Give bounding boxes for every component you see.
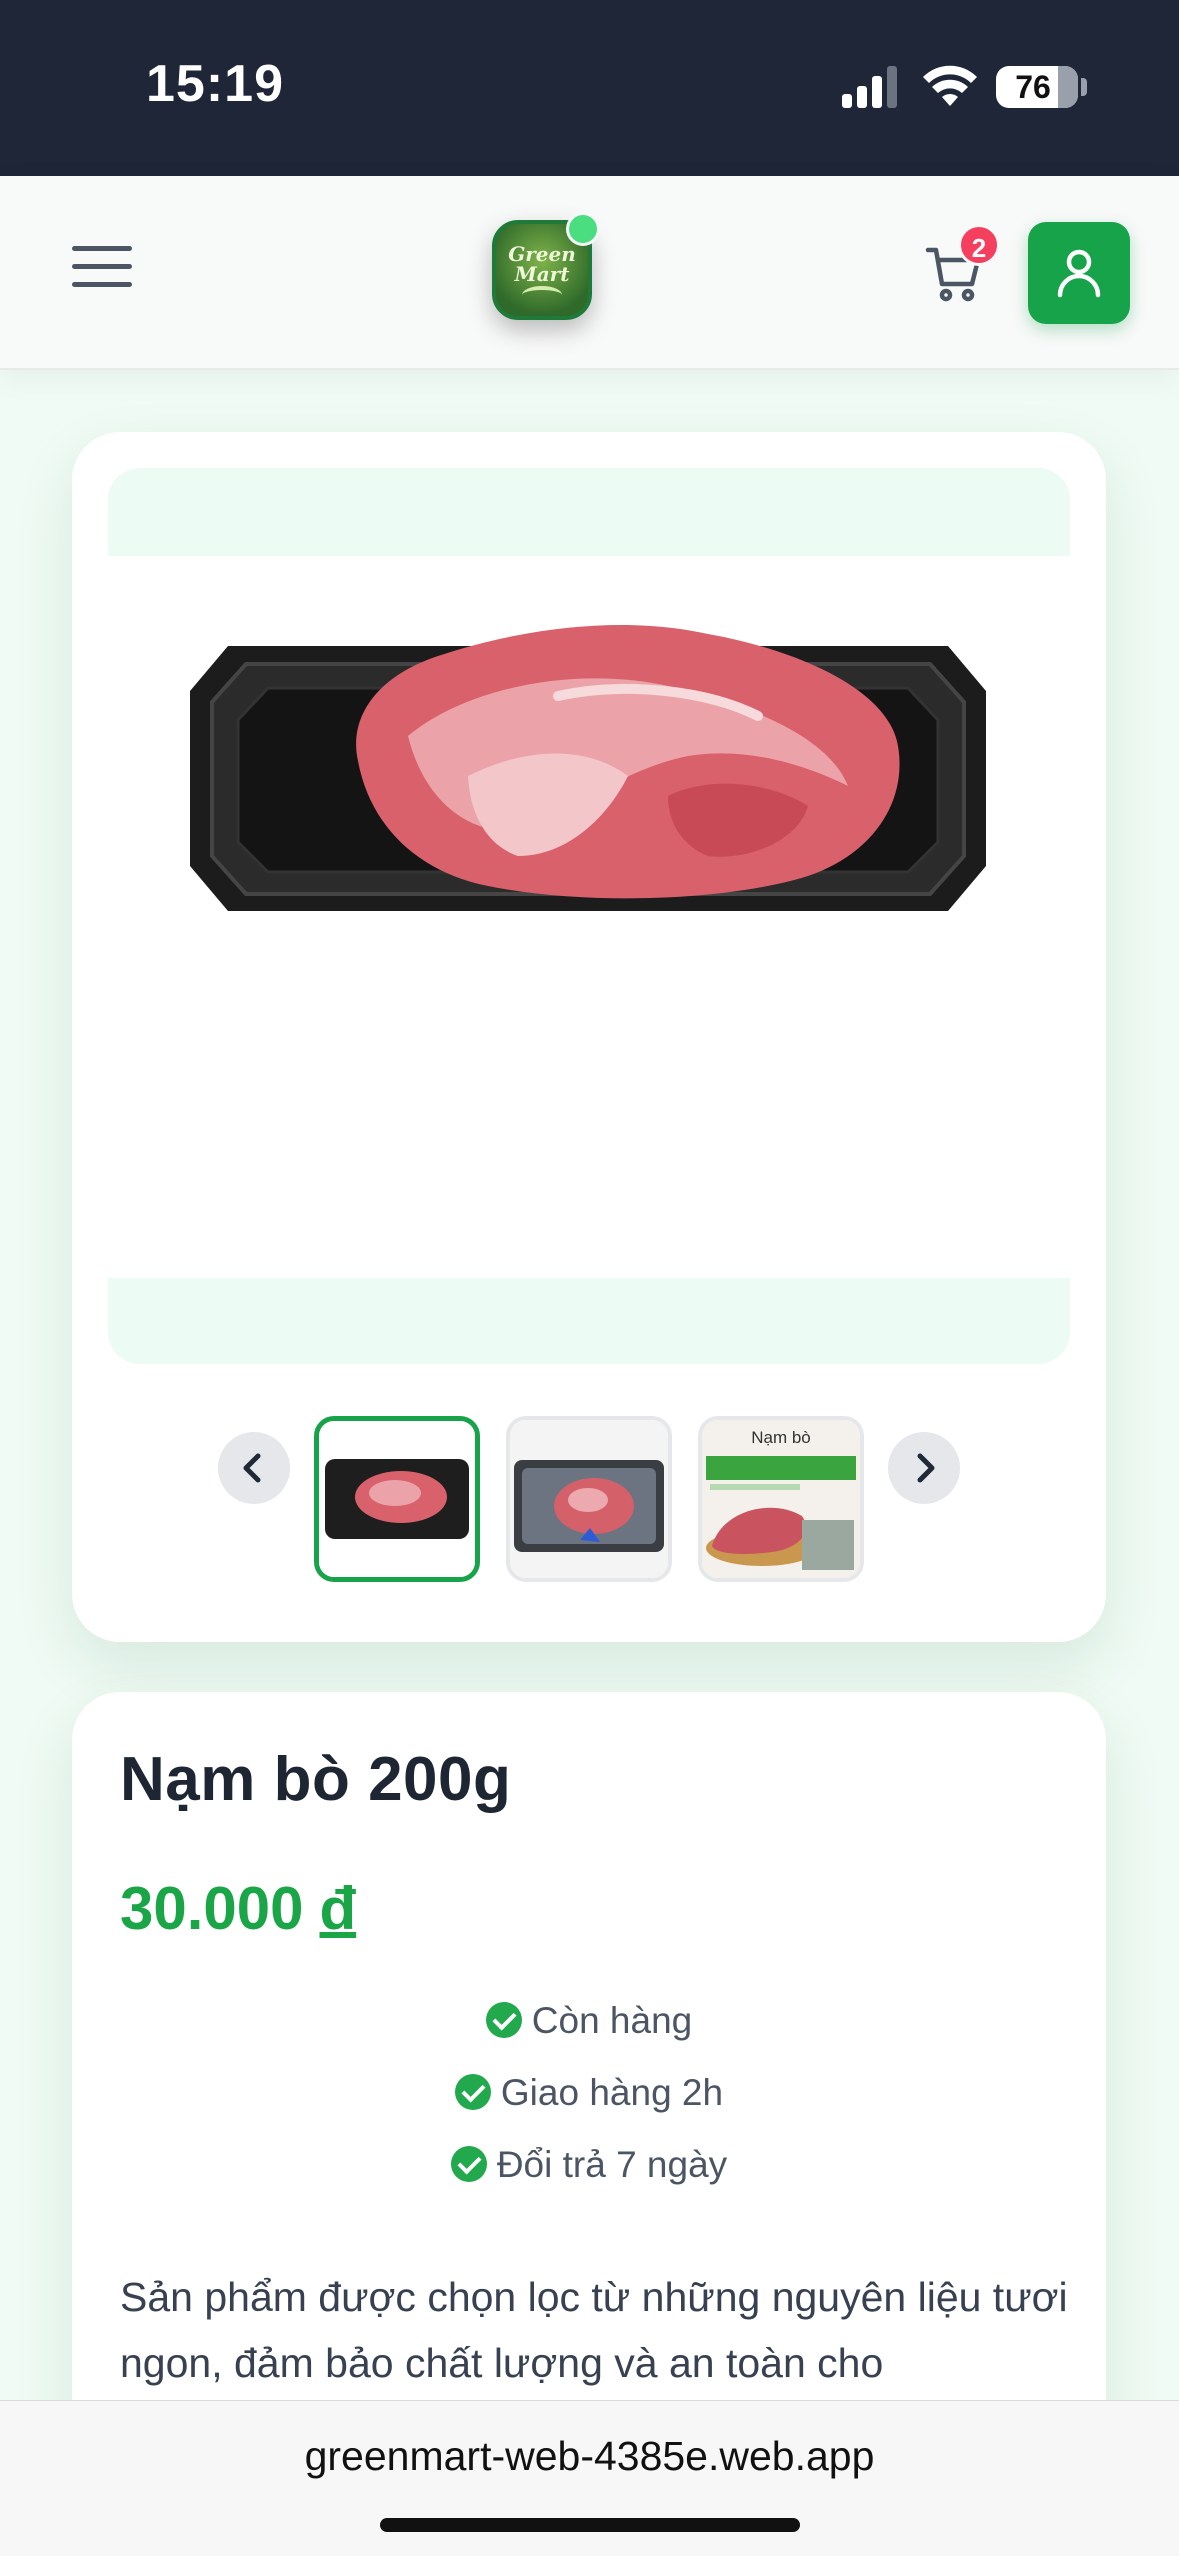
- next-image-button[interactable]: [888, 1432, 960, 1504]
- cart-count-badge: 2: [958, 224, 1000, 266]
- feature-returns: Đổi trả 7 ngày: [72, 2144, 1106, 2186]
- price-currency: đ: [319, 1875, 357, 1942]
- battery-cap: [1081, 78, 1087, 96]
- thumbnail-1[interactable]: [314, 1416, 480, 1582]
- chevron-left-icon: [243, 1453, 261, 1483]
- thumbnail-2[interactable]: [506, 1416, 672, 1582]
- prev-image-button[interactable]: [218, 1432, 290, 1504]
- thumbnail-image: [510, 1420, 668, 1578]
- url-text[interactable]: greenmart-web-4385e.web.app: [0, 2433, 1179, 2480]
- menu-button[interactable]: [72, 246, 132, 302]
- product-gallery-card: Nạm bò: [72, 432, 1106, 1642]
- status-bar: 15:19 76: [0, 0, 1179, 176]
- product-description: Sản phẩm được chọn lọc từ những nguyên l…: [120, 2274, 1068, 2386]
- main-image-frame: [108, 468, 1070, 1364]
- chevron-right-icon: [917, 1453, 935, 1483]
- signal-icon: [842, 66, 897, 108]
- app-header: Green Mart 2: [0, 176, 1179, 370]
- thumbnail-caption: Nạm bò: [751, 1428, 811, 1447]
- user-icon: [1057, 249, 1101, 298]
- online-indicator: [566, 212, 600, 246]
- home-indicator[interactable]: [380, 2518, 800, 2532]
- menu-icon: [72, 246, 132, 251]
- product-name: Nạm bò 200g: [120, 1745, 512, 1814]
- thumbnail-3[interactable]: Nạm bò: [698, 1416, 864, 1582]
- status-time: 15:19: [146, 55, 284, 113]
- feature-delivery: Giao hàng 2h: [72, 2072, 1106, 2114]
- wifi-icon: [923, 65, 977, 106]
- check-circle-icon: [485, 2002, 522, 2038]
- account-button[interactable]: [1028, 222, 1130, 324]
- price-value: 30.000: [120, 1875, 304, 1942]
- battery-indicator: 76: [996, 66, 1078, 108]
- check-circle-icon: [454, 2074, 491, 2110]
- check-circle-icon: [450, 2146, 487, 2182]
- product-price: 30.000 đ: [120, 1874, 356, 1943]
- thumbnail-image: [319, 1421, 475, 1577]
- browser-url-bar[interactable]: greenmart-web-4385e.web.app: [0, 2400, 1179, 2556]
- product-image[interactable]: [108, 556, 1070, 1278]
- feature-in-stock: Còn hàng: [72, 2000, 1106, 2042]
- leaf-icon: [522, 286, 562, 304]
